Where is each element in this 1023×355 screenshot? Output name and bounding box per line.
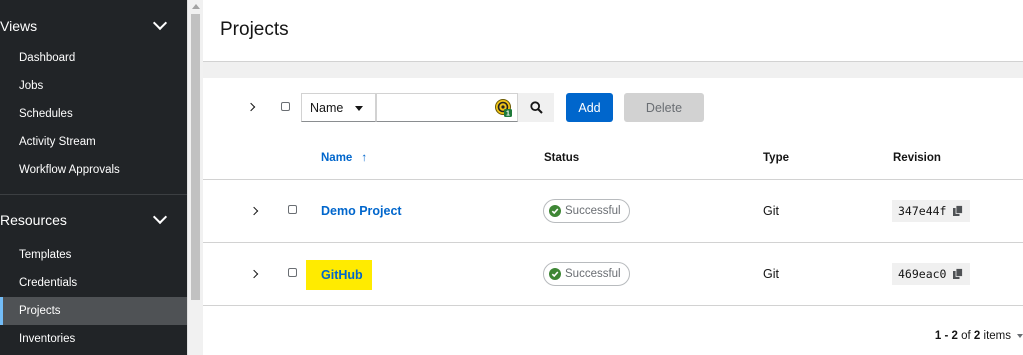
- copy-icon[interactable]: [952, 268, 964, 280]
- pagination-toggle[interactable]: 1 - 2 of 2 items: [935, 330, 1023, 342]
- project-type: Git: [763, 204, 779, 218]
- projects-list-card: Name 1 Add Delete Name ↑ Status Type Revi…: [203, 78, 1023, 355]
- pagination-total: 2: [973, 330, 981, 342]
- check-circle-icon: [549, 205, 561, 217]
- select-all-checkbox[interactable]: [281, 102, 290, 111]
- filter-attribute-select[interactable]: Name: [301, 93, 376, 122]
- pagination-range: 1 - 2: [934, 330, 958, 342]
- table-row: Demo Project Successful Git 347e44f: [203, 180, 1023, 243]
- revision-chip: 347e44f: [892, 200, 971, 222]
- chevron-down-icon: [152, 209, 168, 225]
- sidebar-item-inventories[interactable]: Inventories: [0, 325, 187, 353]
- sidebar-item-jobs[interactable]: Jobs: [0, 72, 187, 100]
- add-button[interactable]: Add: [566, 93, 613, 122]
- page-title: Projects: [220, 19, 289, 40]
- delete-button[interactable]: Delete: [624, 93, 704, 122]
- sidebar: Views Dashboard Jobs Schedules Activity …: [0, 0, 187, 355]
- column-header-revision: Revision: [893, 152, 941, 164]
- check-circle-icon: [549, 268, 561, 280]
- column-header-label: Name: [321, 152, 353, 164]
- sort-ascending-icon: ↑: [361, 152, 368, 164]
- expand-row-caret-icon[interactable]: [249, 206, 259, 216]
- pagination-items-label: items: [983, 330, 1011, 342]
- expand-row-caret-icon[interactable]: [249, 269, 259, 279]
- sidebar-item-projects[interactable]: Projects: [0, 297, 187, 325]
- copy-icon[interactable]: [952, 205, 964, 217]
- row-checkbox[interactable]: [288, 205, 297, 214]
- filter-select-value: Name: [310, 100, 344, 115]
- sidebar-item-dashboard[interactable]: Dashboard: [0, 44, 187, 72]
- page-header: Projects: [203, 0, 1023, 62]
- status-label: Successful: [565, 268, 621, 280]
- sidebar-item-templates[interactable]: Templates: [0, 241, 187, 269]
- project-name-link[interactable]: GitHub: [306, 260, 372, 290]
- pagination-of: of: [961, 330, 971, 342]
- search-button[interactable]: [518, 93, 554, 122]
- extension-badge-icon[interactable]: 1: [495, 98, 513, 118]
- sidebar-item-workflow-approvals[interactable]: Workflow Approvals: [0, 156, 187, 184]
- status-badge: Successful: [543, 199, 630, 223]
- column-header-status: Status: [544, 152, 580, 164]
- sidebar-group-resources[interactable]: Resources: [0, 195, 187, 245]
- status-label: Successful: [565, 205, 621, 217]
- sidebar-item-credentials[interactable]: Credentials: [0, 269, 187, 297]
- status-badge: Successful: [543, 262, 630, 286]
- search-icon: [529, 101, 543, 114]
- sidebar-item-activity-stream[interactable]: Activity Stream: [0, 128, 187, 156]
- scrollbar-thumb[interactable]: [191, 14, 200, 300]
- scroll-up-arrow-icon[interactable]: [192, 4, 200, 9]
- caret-down-icon: [355, 106, 363, 111]
- caret-down-icon[interactable]: [1017, 334, 1023, 338]
- sidebar-scrollbar[interactable]: [187, 0, 203, 355]
- chevron-down-icon: [152, 15, 168, 31]
- extension-badge-count: 1: [506, 111, 510, 118]
- sidebar-item-schedules[interactable]: Schedules: [0, 100, 187, 128]
- row-checkbox[interactable]: [288, 268, 297, 277]
- revision-value: 347e44f: [898, 204, 947, 218]
- expand-all-caret-icon[interactable]: [246, 102, 256, 112]
- revision-chip: 469eac0: [892, 263, 971, 285]
- revision-value: 469eac0: [898, 267, 947, 281]
- sidebar-group-label: Resources: [0, 212, 67, 228]
- table-row: GitHub Successful Git 469eac0: [203, 243, 1023, 306]
- table-header: Name ↑ Status Type Revision: [203, 138, 1023, 180]
- project-name-link[interactable]: Demo Project: [321, 204, 402, 218]
- toolbar: Name 1 Add Delete: [203, 93, 1023, 123]
- sidebar-group-label: Views: [0, 18, 38, 34]
- project-type: Git: [763, 267, 779, 281]
- column-header-type: Type: [763, 152, 789, 164]
- column-header-name[interactable]: Name ↑: [321, 152, 367, 164]
